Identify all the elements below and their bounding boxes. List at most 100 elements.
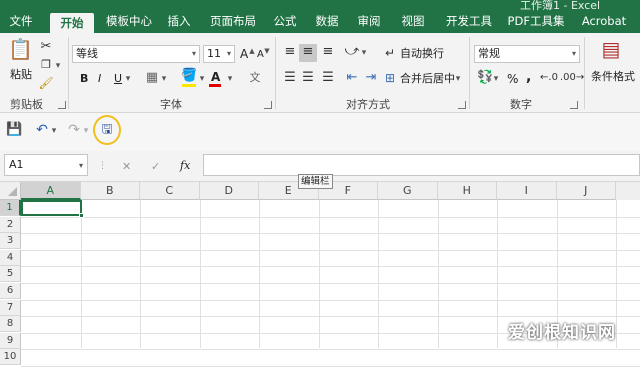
tab-review[interactable]: 审阅 [352,11,386,33]
tab-data[interactable]: 数据 [310,11,344,33]
column-header[interactable]: A [21,182,81,200]
group-separator [584,37,585,109]
currency-icon[interactable]: 💱 [477,70,493,86]
align-center-icon[interactable]: ☰ [299,70,317,86]
comma-button[interactable]: , [526,69,531,85]
tab-view[interactable]: 视图 [396,11,430,33]
caret-down-icon: ▼ [264,47,270,55]
paste-icon[interactable]: 📋 [8,39,33,65]
currency-dropdown-icon[interactable]: ▾ [492,71,500,87]
row-header[interactable]: 8 [0,316,21,333]
insert-function-button[interactable]: fx [180,158,190,174]
row-header[interactable]: 9 [0,332,21,349]
number-format-select[interactable]: 常规 ▾ [474,45,580,63]
column-header[interactable]: D [199,182,259,200]
column-header[interactable]: J [556,182,616,200]
fill-color-dropdown-icon[interactable]: ▾ [198,71,206,87]
increase-indent-icon[interactable]: ⇥ [362,70,380,86]
row-header[interactable]: 5 [0,266,21,283]
underline-dropdown-icon[interactable]: ▾ [124,71,132,87]
name-box[interactable]: A1 ▾ [4,154,88,176]
enter-button[interactable]: ✓ [151,159,160,175]
merge-center-button[interactable]: 合并后居中 [400,71,455,87]
row-header[interactable]: 6 [0,283,21,299]
format-painter-icon[interactable]: 🖌 [38,75,54,91]
row-header[interactable]: 3 [0,233,21,250]
tab-formulas[interactable]: 公式 [268,11,302,33]
font-color-dropdown-icon[interactable]: ▾ [226,71,234,87]
font-color-button[interactable]: A [211,69,220,85]
clipboard-launcher-icon[interactable] [58,101,66,109]
select-all-button[interactable] [0,182,21,200]
undo-dropdown-icon[interactable]: ▾ [50,123,58,139]
align-left-icon[interactable]: ☰ [281,70,299,86]
selected-cell[interactable] [21,200,82,216]
underline-button[interactable]: U [114,71,122,87]
font-launcher-icon[interactable] [264,101,272,109]
chevron-down-icon: ▾ [191,49,196,58]
decrease-decimal-icon[interactable]: .00→ [560,70,584,86]
align-middle-icon[interactable]: ≡ [299,44,317,62]
percent-button[interactable]: % [507,71,518,87]
tab-insert[interactable]: 插入 [162,11,196,33]
grow-font-button[interactable]: A [240,46,248,62]
conditional-formatting-button[interactable]: 条件格式 [591,69,635,85]
name-box-value: A1 [9,158,24,171]
grid-line [616,200,617,348]
tab-template-center[interactable]: 模板中心 [100,11,158,33]
wrap-text-button[interactable]: 自动换行 [400,46,444,62]
grid-line [259,200,260,348]
fill-handle[interactable] [79,213,84,218]
orientation-dropdown-icon[interactable]: ▾ [360,45,368,61]
column-header[interactable]: I [497,182,557,200]
font-name-select[interactable]: 等线 ▾ [72,45,200,63]
align-top-icon[interactable]: ≡ [281,44,299,62]
italic-button[interactable]: I [98,71,101,87]
font-size-select[interactable]: 11 ▾ [203,45,235,63]
borders-icon[interactable]: ▦ [144,70,160,86]
tab-developer[interactable]: 开发工具 [440,11,498,33]
column-header[interactable]: H [437,182,497,200]
redo-icon[interactable]: ↷ [66,122,82,138]
row-header[interactable]: 4 [0,249,21,266]
cancel-button[interactable]: ✕ [122,159,131,175]
column-header[interactable]: C [140,182,200,200]
number-launcher-icon[interactable] [570,101,578,109]
tab-page-layout[interactable]: 页面布局 [206,11,260,33]
row-header[interactable]: 2 [0,216,21,233]
save-icon[interactable]: 💾 [6,122,22,138]
shrink-font-button[interactable]: A [257,47,264,63]
clipboard-group-label: 剪贴板 [10,98,43,111]
merge-dropdown-icon[interactable]: ▾ [454,71,462,87]
paste-button-label[interactable]: 粘贴 [10,67,32,83]
row-header[interactable]: 7 [0,299,21,316]
wrap-text-icon[interactable]: ↵ [382,45,398,61]
formula-input[interactable] [203,154,640,176]
cut-icon[interactable]: ✂ [38,39,54,55]
row-header[interactable]: 10 [0,349,21,366]
tab-acrobat[interactable]: Acrobat [576,11,632,33]
grid-line [21,233,640,235]
orientation-icon[interactable]: ⤻ [343,43,361,59]
align-bottom-icon[interactable]: ≡ [319,44,337,62]
undo-icon[interactable]: ↶ [34,122,50,138]
tab-home[interactable]: 开始 [50,13,94,33]
row-header[interactable]: 1 [0,200,21,216]
alignment-launcher-icon[interactable] [458,101,466,109]
copy-icon[interactable]: ❐ [38,57,54,73]
align-right-icon[interactable]: ☰ [319,70,337,86]
phonetic-icon[interactable]: 文 [246,70,264,86]
column-header[interactable]: G [378,182,438,200]
borders-dropdown-icon[interactable]: ▾ [160,71,168,87]
bold-button[interactable]: B [80,71,88,87]
redo-dropdown-icon[interactable]: ▾ [82,123,90,139]
tab-file[interactable]: 文件 [4,11,38,33]
conditional-formatting-icon[interactable]: ▤ [598,39,624,67]
fill-color-icon[interactable]: 🪣 [181,68,197,84]
tab-pdf-tools[interactable]: PDF工具集 [506,11,566,33]
copy-dropdown-icon[interactable]: ▾ [54,58,62,74]
increase-decimal-icon[interactable]: ←.0 [540,70,558,86]
decrease-indent-icon[interactable]: ⇤ [343,70,361,86]
merge-center-icon[interactable]: ⊞ [382,70,398,86]
column-header[interactable]: B [80,182,140,200]
